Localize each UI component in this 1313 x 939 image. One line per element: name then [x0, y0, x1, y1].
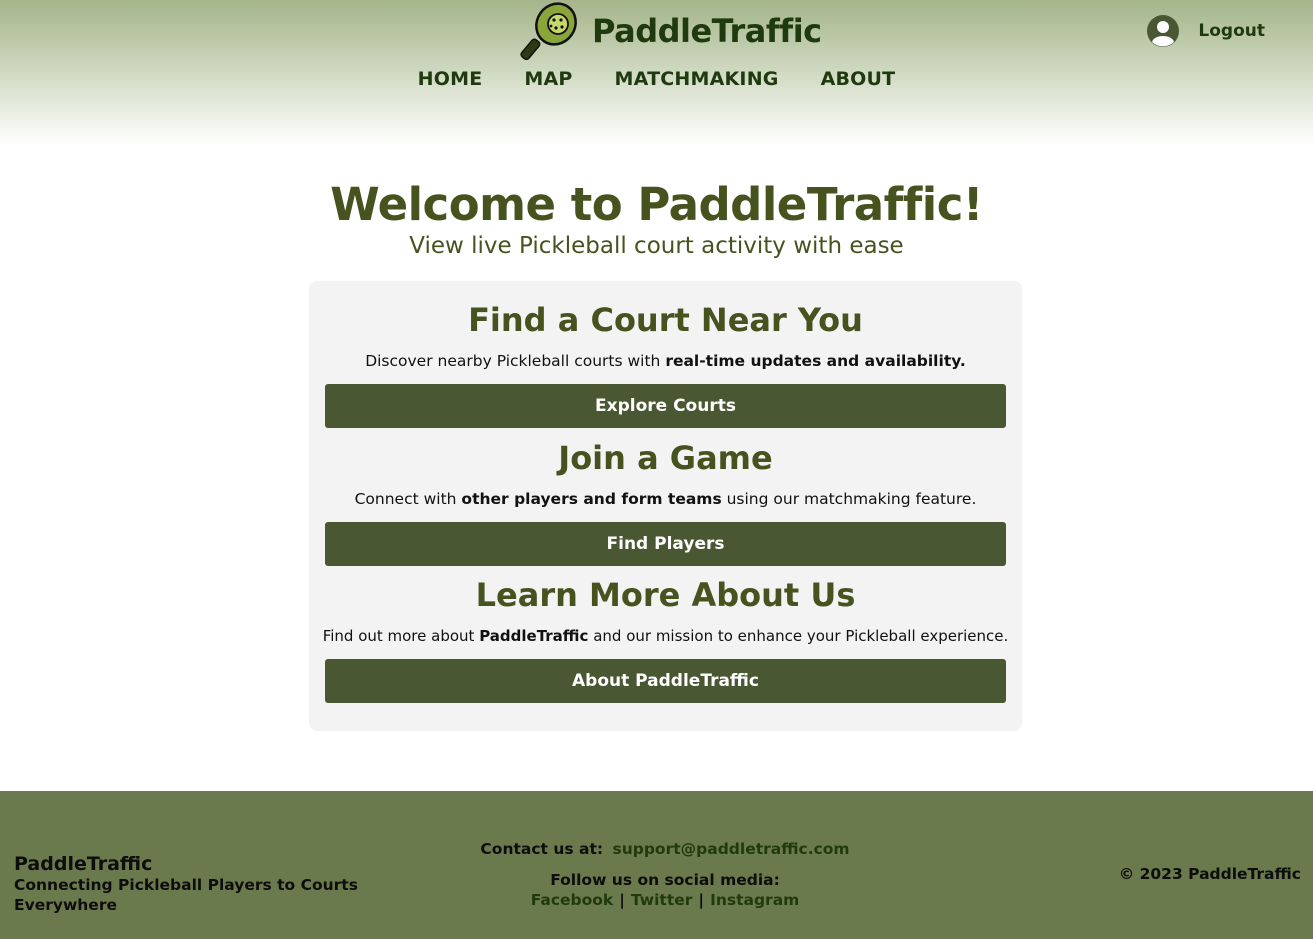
instagram-link[interactable]: Instagram [710, 891, 799, 909]
section-title-join-game: Join a Game [558, 439, 773, 477]
section-text-learn-more: Find out more about PaddleTraffic and ou… [309, 627, 1022, 645]
copyright: © 2023 PaddleTraffic [1118, 865, 1301, 883]
social-links: Facebook | Twitter | Instagram [390, 891, 940, 909]
section-title-find-court: Find a Court Near You [468, 301, 863, 339]
follow-label: Follow us on social media: [550, 871, 780, 889]
twitter-link[interactable]: Twitter [631, 891, 692, 909]
contact-email-link[interactable]: support@paddletraffic.com [612, 840, 849, 858]
find-players-button[interactable]: Find Players [325, 522, 1006, 566]
site-header: PaddleTraffic HOME MAP MATCHMAKING ABOUT… [0, 0, 1313, 145]
footer-tagline: Connecting Pickleball Players to Courts … [14, 876, 358, 914]
logout-link[interactable]: Logout [1198, 21, 1265, 41]
about-paddletraffic-button[interactable]: About PaddleTraffic [325, 659, 1006, 703]
text-bold: other players and form teams [461, 490, 722, 508]
pickleball-paddle-icon [520, 2, 577, 61]
features-card: Find a Court Near You Discover nearby Pi… [309, 281, 1022, 731]
contact-label: Contact us at: [480, 840, 604, 858]
footer-brand-name: PaddleTraffic [14, 853, 153, 875]
text-bold: real-time updates and availability. [665, 352, 966, 370]
nav-home[interactable]: HOME [418, 68, 483, 90]
separator: | [619, 891, 625, 909]
nav-map[interactable]: MAP [524, 68, 572, 90]
brand[interactable]: PaddleTraffic [520, 0, 822, 62]
text-plain: Connect with [354, 490, 462, 508]
text-bold: PaddleTraffic [479, 627, 589, 645]
user-avatar-icon[interactable] [1146, 14, 1180, 48]
footer-brand-block: PaddleTraffic Connecting Pickleball Play… [14, 853, 394, 915]
section-title-learn-more: Learn More About Us [475, 576, 856, 614]
brand-name: PaddleTraffic [592, 12, 822, 50]
nav-matchmaking[interactable]: MATCHMAKING [615, 68, 779, 90]
section-text-join-game: Connect with other players and form team… [309, 490, 1022, 508]
footer-contact: Contact us at: support@paddletraffic.com [390, 840, 940, 858]
site-footer: PaddleTraffic Connecting Pickleball Play… [0, 791, 1313, 939]
text-plain: Find out more about [322, 627, 480, 645]
separator: | [698, 891, 705, 909]
text-plain: Discover nearby Pickleball courts with [365, 352, 666, 370]
page-subtitle: View live Pickleball court activity with… [409, 233, 904, 259]
user-menu: Logout [1146, 14, 1265, 48]
facebook-link[interactable]: Facebook [531, 891, 614, 909]
explore-courts-button[interactable]: Explore Courts [325, 384, 1006, 428]
nav-about[interactable]: ABOUT [821, 68, 896, 90]
text-after: using our matchmaking feature. [721, 490, 977, 508]
page-title: Welcome to PaddleTraffic! [330, 178, 983, 231]
main-nav: HOME MAP MATCHMAKING ABOUT [0, 68, 1313, 90]
section-text-find-court: Discover nearby Pickleball courts with r… [309, 352, 1022, 370]
text-after: and our mission to enhance your Pickleba… [588, 627, 1009, 645]
